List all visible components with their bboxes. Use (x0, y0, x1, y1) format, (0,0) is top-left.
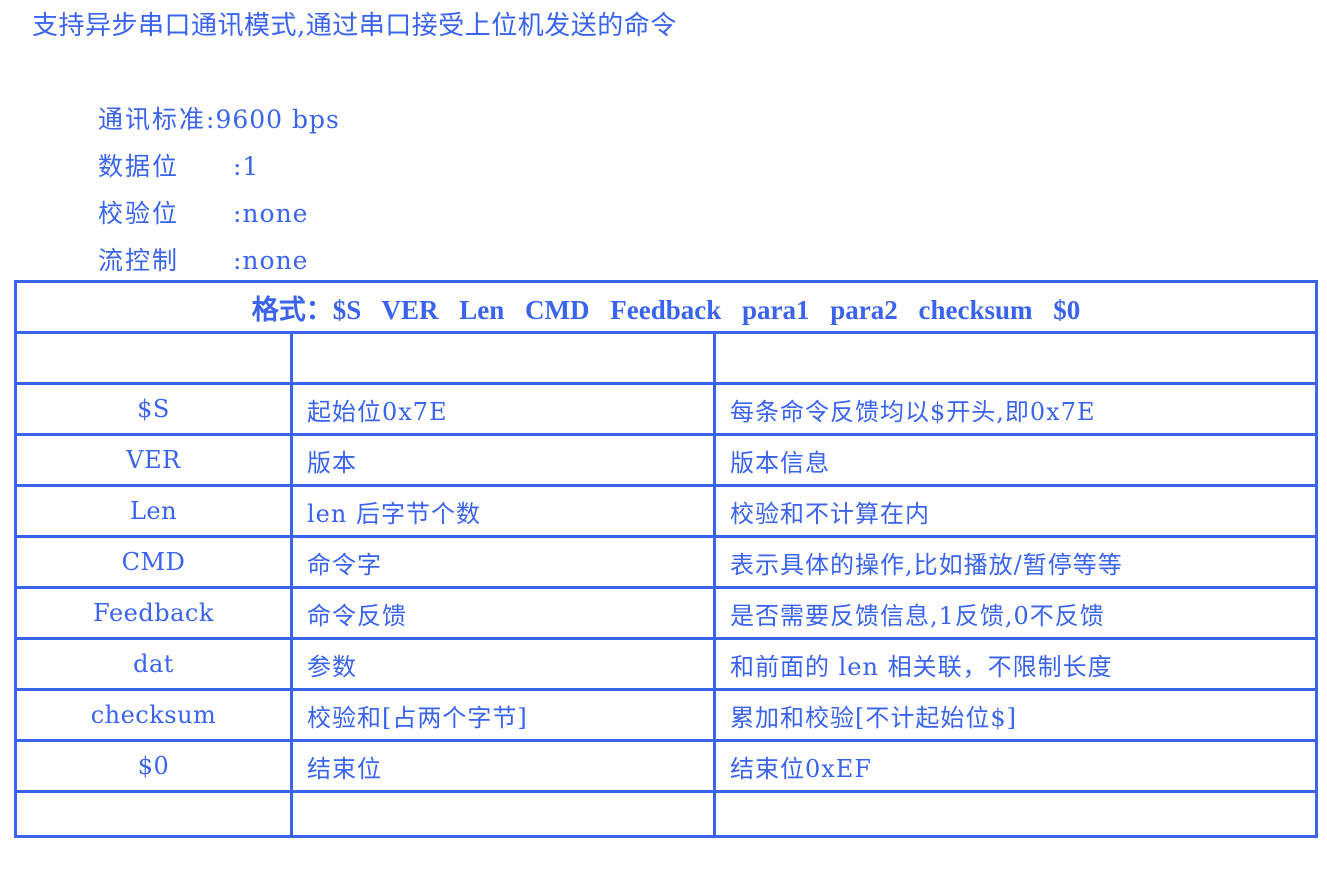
field-cell: CMD (14, 535, 293, 589)
note-cell: 表示具体的操作,比如播放/暂停等等 (713, 535, 1318, 589)
setting-data-bits: 数据位 :1 (98, 145, 340, 192)
note-cell (713, 331, 1318, 385)
setting-value: :none (233, 246, 309, 275)
table-row (14, 331, 1318, 385)
setting-value: :9600 bps (206, 105, 340, 134)
field-cell (14, 331, 293, 385)
table-row: Feedback 命令反馈 是否需要反馈信息,1反馈,0不反馈 (14, 586, 1318, 640)
setting-label: 数据位 (98, 152, 180, 181)
setting-label: 流控制 (98, 246, 180, 275)
meaning-cell: 结束位 (290, 739, 716, 793)
setting-baud-rate: 通讯标准:9600 bps (98, 98, 340, 145)
meaning-cell (290, 331, 716, 385)
setting-flow-control: 流控制 :none (98, 239, 340, 286)
format-header: 格式：$S VER Len CMD Feedback para1 para2 c… (14, 280, 1318, 334)
meaning-cell: 版本 (290, 433, 716, 487)
table-row: dat 参数 和前面的 len 相关联，不限制长度 (14, 637, 1318, 691)
table-row: $0 结束位 结束位0xEF (14, 739, 1318, 793)
table-row (14, 790, 1318, 838)
table-row: Len len 后字节个数 校验和不计算在内 (14, 484, 1318, 538)
field-cell: $S (14, 382, 293, 436)
meaning-cell: len 后字节个数 (290, 484, 716, 538)
protocol-format-table: 格式：$S VER Len CMD Feedback para1 para2 c… (14, 280, 1318, 838)
setting-value: :1 (233, 152, 260, 181)
table-row: VER 版本 版本信息 (14, 433, 1318, 487)
field-cell: $0 (14, 739, 293, 793)
note-cell: 校验和不计算在内 (713, 484, 1318, 538)
setting-value: :none (233, 199, 309, 228)
note-cell: 是否需要反馈信息,1反馈,0不反馈 (713, 586, 1318, 640)
field-cell: Len (14, 484, 293, 538)
note-cell: 和前面的 len 相关联，不限制长度 (713, 637, 1318, 691)
note-cell: 版本信息 (713, 433, 1318, 487)
field-cell: VER (14, 433, 293, 487)
setting-label: 通讯标准 (98, 105, 207, 134)
note-cell (713, 790, 1318, 838)
field-cell: Feedback (14, 586, 293, 640)
serial-settings: 通讯标准:9600 bps 数据位 :1 校验位 :none 流控制 :none (98, 98, 340, 286)
meaning-cell (290, 790, 716, 838)
field-cell: dat (14, 637, 293, 691)
field-cell: checksum (14, 688, 293, 742)
note-cell: 每条命令反馈均以$开头,即0x7E (713, 382, 1318, 436)
meaning-cell: 命令字 (290, 535, 716, 589)
table-row: CMD 命令字 表示具体的操作,比如播放/暂停等等 (14, 535, 1318, 589)
note-cell: 累加和校验[不计起始位$] (713, 688, 1318, 742)
note-cell: 结束位0xEF (713, 739, 1318, 793)
format-header-row: 格式：$S VER Len CMD Feedback para1 para2 c… (14, 280, 1318, 334)
meaning-cell: 校验和[占两个字节] (290, 688, 716, 742)
table-row: checksum 校验和[占两个字节] 累加和校验[不计起始位$] (14, 688, 1318, 742)
meaning-cell: 参数 (290, 637, 716, 691)
setting-label: 校验位 (98, 199, 180, 228)
meaning-cell: 起始位0x7E (290, 382, 716, 436)
setting-parity: 校验位 :none (98, 192, 340, 239)
table-row: $S 起始位0x7E 每条命令反馈均以$开头,即0x7E (14, 382, 1318, 436)
field-cell (14, 790, 293, 838)
intro-text: 支持异步串口通讯模式,通过串口接受上位机发送的命令 (32, 11, 677, 41)
meaning-cell: 命令反馈 (290, 586, 716, 640)
